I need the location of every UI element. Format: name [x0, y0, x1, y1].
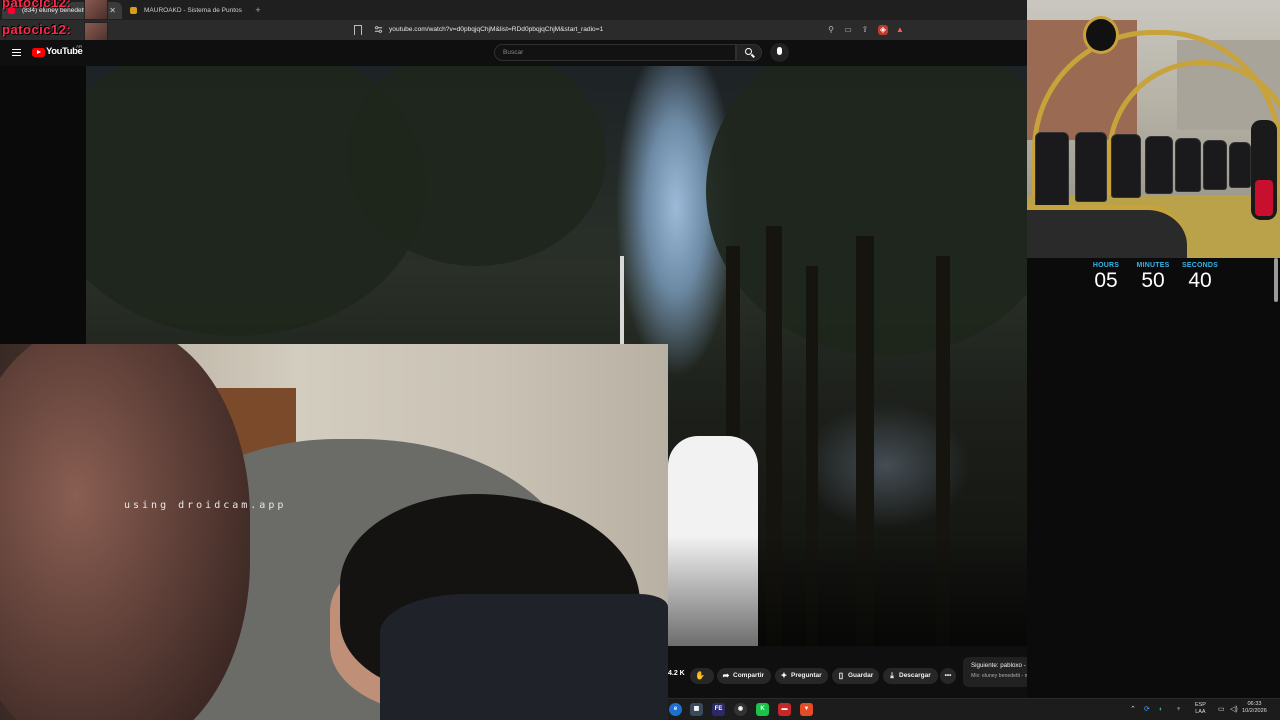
minutes-value: 50 [1141, 269, 1165, 292]
ask-button[interactable]: ✦ Preguntar [775, 668, 828, 684]
tab-mauroakd[interactable]: MAUROAKD - Sistema de Puntos [124, 2, 250, 19]
windows-taskbar: e ▦ FE ◉ K ▬ ▼ ⌃ ⟳ ◐ ♆ ▭ ◁) [668, 698, 1280, 720]
light-pole [620, 256, 624, 356]
seat [1035, 132, 1069, 208]
streamer-name-overlay: patocic12: [2, 0, 72, 10]
address-bar[interactable]: youtube.com/watch?v=d0pbqjqChjM&list=RDd… [389, 20, 603, 40]
volume-icon[interactable]: ◁) [1230, 703, 1238, 716]
system-clock[interactable]: 06:33 10/2/2026 [1242, 701, 1267, 715]
calculator-icon[interactable]: ▦ [690, 703, 703, 716]
minutes-label: MINUTES [1136, 262, 1170, 269]
brave-browser-icon[interactable]: ▼ [800, 703, 813, 716]
seat [1229, 142, 1251, 188]
tray-app-icon[interactable]: ◐ [1159, 703, 1163, 716]
search-input[interactable]: Buscar [494, 44, 736, 61]
timer-minutes: MINUTES 50 [1133, 262, 1173, 292]
cast-icon[interactable]: ▭ [843, 25, 853, 35]
browser-tab-strip: (834) eluney benedetti - ✕ MAUROAKD - Si… [0, 0, 1027, 20]
dislike-button[interactable]: ✋ [690, 668, 714, 684]
fe-app-icon[interactable]: FE [712, 703, 725, 716]
sync-icon[interactable]: ⟳ [1144, 703, 1150, 716]
microphone-icon[interactable]: ♆ [1176, 703, 1181, 716]
close-tab-icon[interactable]: ✕ [109, 2, 116, 19]
rewards-icon[interactable]: ▲ [895, 25, 905, 35]
save-button[interactable]: ▯ Guardar [832, 668, 879, 684]
clock-time: 06:33 [1247, 701, 1262, 707]
share-button[interactable]: ➦ Compartir [717, 668, 771, 684]
streamer-avatar [84, 0, 108, 20]
streamer-name-overlay: patocic12: [2, 22, 72, 37]
country-code: AR [76, 44, 83, 49]
browser-toolbar: youtube.com/watch?v=d0pbqjqChjM&list=RDd… [0, 20, 1027, 40]
thumbs-down-icon: ✋ [695, 671, 705, 680]
site-settings-icon[interactable] [374, 25, 383, 34]
keyboard-layout: LAA [1195, 708, 1206, 715]
ask-label: Preguntar [791, 672, 822, 679]
hand-blur [0, 344, 250, 720]
hours-label: HOURS [1092, 262, 1120, 269]
seat [1075, 132, 1107, 202]
download-icon: ⤓ [890, 671, 894, 680]
language-code: ESP [1195, 702, 1206, 708]
side-panel [1027, 258, 1280, 698]
bookmark-icon: ▯ [838, 671, 844, 680]
save-label: Guardar [848, 672, 874, 679]
page-background [0, 66, 86, 346]
obs-icon[interactable]: ◉ [734, 703, 747, 716]
like-count[interactable]: 4.2 K [668, 670, 685, 677]
seconds-value: 40 [1188, 269, 1212, 292]
webcam-overlay: using droidcam.app [0, 344, 668, 720]
youtube-header: YouTube AR Buscar [0, 40, 1027, 66]
dugout-base [1027, 205, 1187, 258]
countdown-timer: HOURS 05 MINUTES 50 SECONDS 40 [1086, 262, 1218, 298]
seat [1111, 134, 1141, 198]
new-tab-button[interactable]: + [252, 2, 264, 19]
kick-icon[interactable]: K [756, 703, 769, 716]
hamburger-menu-icon[interactable] [12, 49, 21, 56]
seconds-label: SECONDS [1181, 262, 1219, 269]
download-label: Descargar [899, 672, 931, 679]
more-actions-button[interactable]: ••• [940, 668, 956, 684]
share-icon: ➦ [722, 671, 730, 680]
youtube-logo-icon[interactable] [32, 48, 45, 57]
brave-shield-icon[interactable]: ◈ [878, 25, 888, 35]
seat [1145, 136, 1173, 194]
search-button[interactable] [736, 44, 762, 61]
bookmark-icon[interactable] [354, 25, 362, 35]
microphone-icon [777, 47, 782, 55]
droidcam-watermark: using droidcam.app [124, 500, 287, 511]
microphone-icon [1251, 120, 1277, 220]
download-button[interactable]: ⤓ Descargar [883, 668, 938, 684]
stream-overlay-dugout [1027, 0, 1280, 258]
search-placeholder: Buscar [503, 49, 524, 56]
edge-icon[interactable]: e [669, 703, 682, 716]
seat [1203, 140, 1227, 190]
zoom-icon[interactable]: ⚲ [826, 25, 836, 35]
chevron-up-icon[interactable]: ⌃ [1130, 703, 1136, 716]
pillow [380, 594, 668, 720]
streaming-app-icon[interactable]: ▬ [778, 703, 791, 716]
language-indicator[interactable]: ESP LAA [1195, 702, 1206, 715]
scrollbar[interactable] [1274, 258, 1278, 302]
share-page-icon[interactable]: ⇪ [860, 25, 870, 35]
timer-seconds: SECONDS 40 [1180, 262, 1220, 292]
seat [1175, 138, 1201, 192]
club-crest-icon [1083, 16, 1119, 54]
site-favicon-icon [130, 7, 137, 14]
display-icon[interactable]: ▭ [1218, 703, 1225, 716]
voice-search-button[interactable] [770, 43, 789, 62]
search-icon-handle [751, 53, 755, 58]
share-label: Compartir [733, 672, 765, 679]
hours-value: 05 [1094, 269, 1118, 292]
tab-label: MAUROAKD - Sistema de Puntos [144, 7, 242, 14]
timer-hours: HOURS 05 [1086, 262, 1126, 292]
sparkle-icon: ✦ [780, 671, 788, 680]
clock-date: 10/2/2026 [1242, 708, 1267, 714]
